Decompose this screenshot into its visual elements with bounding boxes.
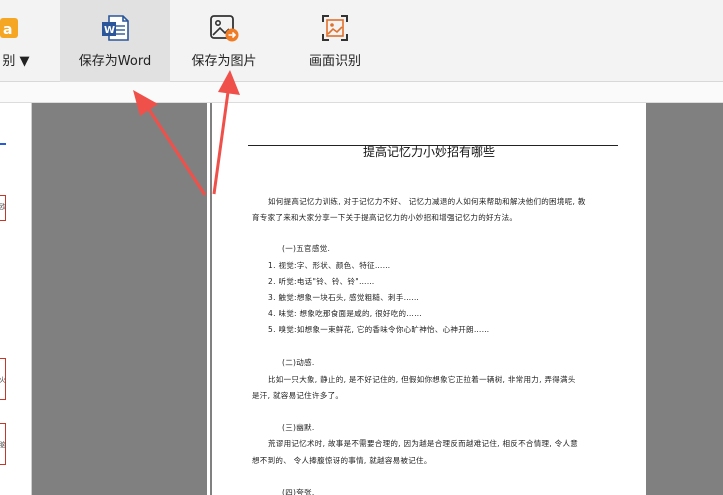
- toolbar: a 别 ▼ W 保存为Word 保存为图片 画面识别: [0, 0, 723, 82]
- save-as-word-label: 保存为Word: [78, 54, 152, 69]
- page-edge: [207, 103, 210, 495]
- page-thumbnail-strip[interactable]: 欧 火 脑: [0, 103, 32, 495]
- screen-recognition-icon: [322, 15, 348, 41]
- document-page: 提高记忆力小妙招有哪些 如何提高记忆力训练, 对于记忆力不好、 记忆力减退的人如…: [212, 103, 646, 495]
- svg-text:W: W: [104, 25, 115, 36]
- svg-text:a: a: [3, 22, 12, 38]
- page-thumbnail[interactable]: 欧: [0, 195, 6, 221]
- paragraph-line: 是汗, 就容易记住许多了。: [252, 391, 344, 400]
- word-document-icon: W: [102, 15, 129, 41]
- section-heading: (三)幽默.: [282, 423, 315, 432]
- document-title: 提高记忆力小妙招有哪些: [362, 145, 495, 159]
- save-image-icon: [210, 15, 239, 42]
- recognition-menu-button[interactable]: a 别 ▼: [0, 0, 38, 82]
- paragraph-line: 比如一只大象, 静止的, 是不好记住的, 但假如你想象它正拉着一辆树, 非常用力…: [268, 375, 576, 384]
- list-item: 1. 视觉:字、形状、颜色、特征……: [268, 261, 391, 270]
- paragraph-line: 想不到的、 令人捧腹惊讶的事情, 就越容易被记住。: [252, 456, 432, 465]
- section-heading: (四)夸张.: [282, 488, 315, 495]
- page-thumbnail[interactable]: 脑: [0, 423, 6, 465]
- page-thumbnail[interactable]: 火: [0, 358, 6, 400]
- partial-app-icon: a: [0, 18, 18, 38]
- thumbnail-text: 火: [0, 376, 6, 384]
- recognition-menu-label: 别 ▼: [2, 54, 30, 69]
- list-item: 5. 嗅觉:如想象一束鲜花, 它的香味令你心旷神怡、心神开朗……: [268, 325, 490, 334]
- list-item: 4. 味觉: 想象吃那食面是咸的, 很好吃的……: [268, 309, 422, 318]
- document-viewer[interactable]: 提高记忆力小妙招有哪些 如何提高记忆力训练, 对于记忆力不好、 记忆力减退的人如…: [32, 103, 723, 495]
- list-item: 2. 听觉:电话"铃、铃、铃"……: [268, 277, 375, 286]
- paragraph-line: 育专家了来和大家分享一下关于提高记忆力的小妙招和增强记忆力的好方法。: [252, 213, 518, 222]
- list-item: 3. 触觉:想象一块石头, 感觉粗糙、刺手……: [268, 293, 420, 302]
- secondary-bar: [0, 82, 723, 103]
- save-as-image-button[interactable]: 保存为图片: [172, 0, 276, 82]
- section-heading: (一)五官感觉.: [282, 244, 331, 253]
- screen-recognition-label: 画面识别: [308, 54, 361, 69]
- save-as-image-label: 保存为图片: [191, 54, 257, 69]
- thumbnail-text: 欧: [0, 203, 6, 211]
- paragraph-line: 荒谬用记忆术时, 故事是不需要合理的, 因为越是合理反而越难记住, 相反不合情理…: [268, 439, 579, 448]
- screen-recognition-button[interactable]: 画面识别: [290, 0, 380, 82]
- section-heading: (二)动感.: [282, 358, 315, 367]
- save-as-word-button[interactable]: W 保存为Word: [60, 0, 170, 82]
- paragraph-line: 如何提高记忆力训练, 对于记忆力不好、 记忆力减退的人如何来帮助和解决他们的困境…: [268, 197, 586, 206]
- thumbnail-marker: [0, 143, 6, 145]
- thumbnail-text: 脑: [0, 441, 6, 449]
